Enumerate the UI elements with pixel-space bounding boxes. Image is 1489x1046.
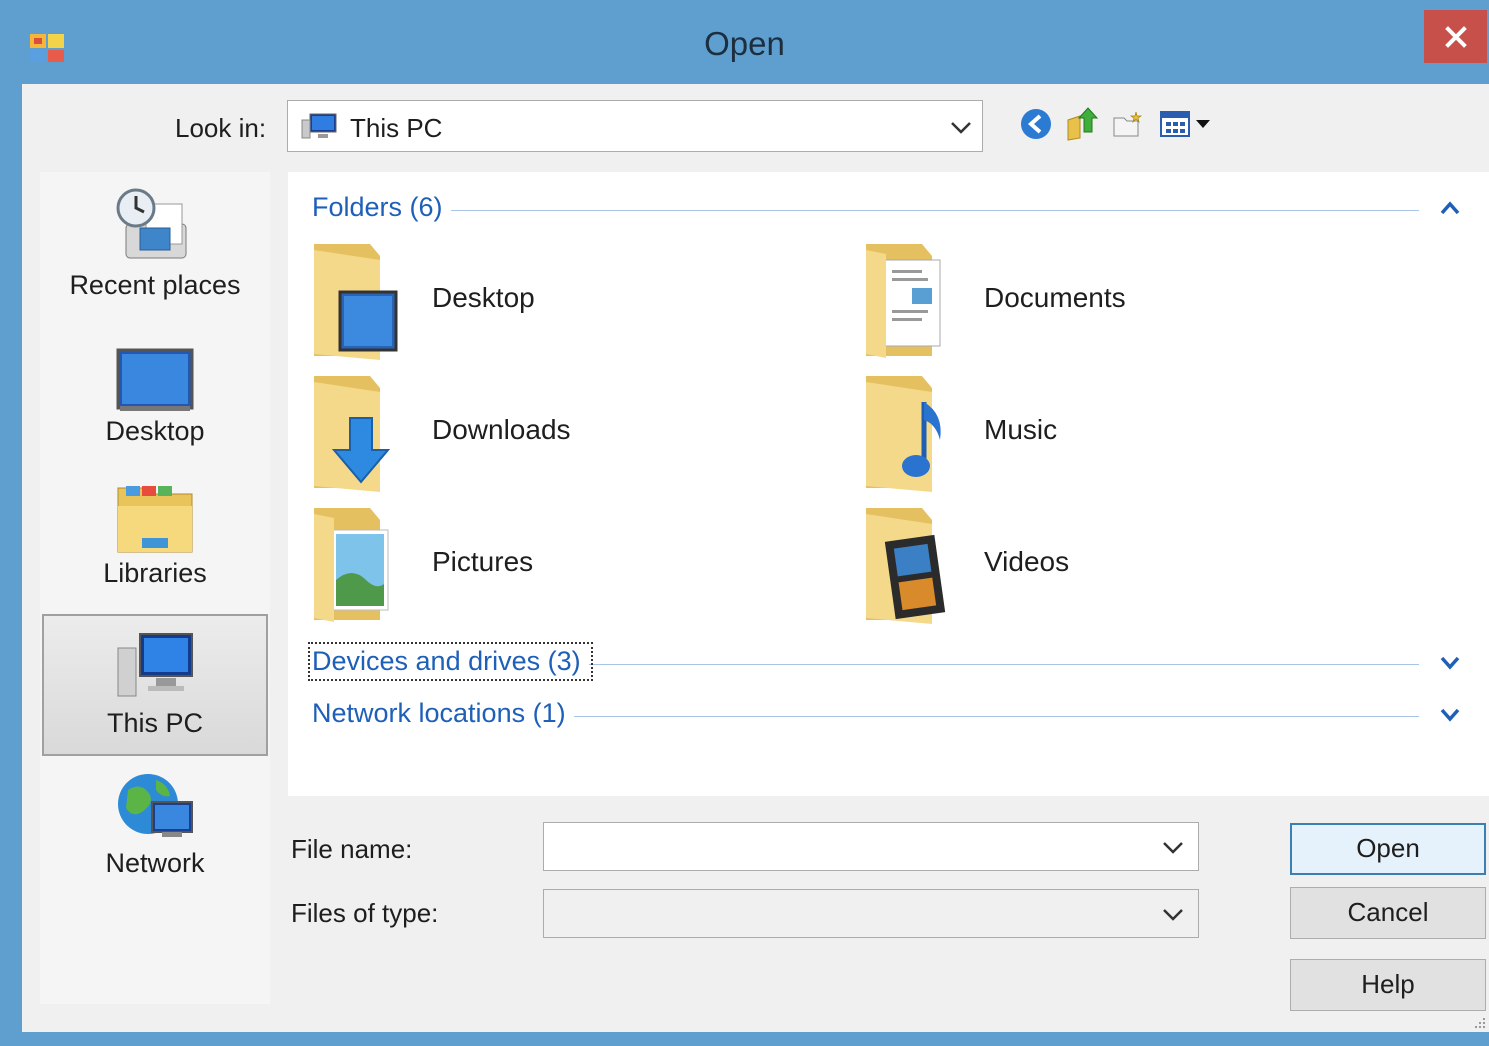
open-button[interactable]: Open bbox=[1290, 823, 1486, 875]
title-bar[interactable]: Open bbox=[0, 0, 1489, 84]
group-network-label: Network locations (1) bbox=[312, 698, 574, 729]
chevron-down-icon[interactable] bbox=[1162, 841, 1184, 855]
file-name-label: File name: bbox=[291, 834, 413, 864]
folder-pictures[interactable]: Pictures bbox=[310, 500, 810, 626]
help-button[interactable]: Help bbox=[1290, 959, 1486, 1011]
place-libraries[interactable]: Libraries bbox=[42, 478, 268, 608]
place-label: Desktop bbox=[105, 416, 205, 446]
chevron-down-icon[interactable] bbox=[950, 121, 972, 135]
close-icon bbox=[1444, 25, 1467, 48]
view-menu-icon[interactable] bbox=[1158, 106, 1218, 142]
chevron-down-icon[interactable] bbox=[1439, 654, 1461, 670]
folder-music[interactable]: Music bbox=[862, 368, 1362, 494]
file-name-input[interactable] bbox=[543, 822, 1199, 871]
documents-folder-icon bbox=[866, 244, 941, 358]
folder-name: Pictures bbox=[432, 546, 534, 577]
this-pc-icon bbox=[301, 113, 337, 139]
places-bar: Recent places Desktop Libraries This PC … bbox=[40, 172, 270, 1004]
folder-videos[interactable]: Videos bbox=[862, 500, 1362, 626]
group-folders-label: Folders (6) bbox=[312, 192, 451, 223]
file-type-dropdown[interactable] bbox=[543, 889, 1199, 938]
libraries-icon bbox=[117, 486, 193, 553]
group-devices-and-drives[interactable]: Devices and drives (3) bbox=[308, 642, 1479, 686]
close-button[interactable] bbox=[1424, 10, 1487, 63]
desktop-icon bbox=[116, 348, 194, 411]
network-icon bbox=[118, 774, 193, 837]
open-dialog-window: Open Look in: This PC Recent places Desk… bbox=[0, 0, 1489, 1046]
music-folder-icon bbox=[866, 376, 941, 492]
recent-places-icon bbox=[116, 188, 187, 259]
up-folder-icon[interactable] bbox=[1064, 106, 1100, 142]
this-pc-icon bbox=[117, 633, 193, 697]
place-label: Recent places bbox=[69, 270, 241, 300]
chevron-down-icon[interactable] bbox=[1439, 706, 1461, 722]
group-divider bbox=[312, 210, 1419, 211]
folder-name: Documents bbox=[984, 282, 1126, 313]
chevron-up-icon[interactable] bbox=[1439, 200, 1461, 216]
look-in-label: Look in: bbox=[175, 113, 267, 143]
window-title: Open bbox=[704, 25, 785, 62]
cancel-button[interactable]: Cancel bbox=[1290, 887, 1486, 939]
group-network-locations[interactable]: Network locations (1) bbox=[312, 698, 1479, 738]
folder-documents[interactable]: Documents bbox=[862, 236, 1362, 362]
look-in-dropdown[interactable]: This PC bbox=[287, 100, 983, 152]
desktop-folder-icon bbox=[314, 244, 398, 360]
place-label: Network bbox=[105, 848, 205, 878]
folder-downloads[interactable]: Downloads bbox=[310, 368, 810, 494]
place-desktop[interactable]: Desktop bbox=[42, 344, 268, 464]
back-icon[interactable] bbox=[1018, 106, 1054, 142]
folder-name: Music bbox=[984, 414, 1058, 445]
place-recent-places[interactable]: Recent places bbox=[42, 184, 268, 314]
file-list-view[interactable]: Folders (6) Desktop Documents Downloads … bbox=[288, 172, 1489, 796]
pictures-folder-icon bbox=[314, 508, 389, 622]
folder-name: Downloads bbox=[432, 414, 571, 445]
place-network[interactable]: Network bbox=[42, 768, 268, 898]
place-label: This PC bbox=[106, 708, 204, 738]
look-in-value: This PC bbox=[350, 113, 443, 143]
place-label: Libraries bbox=[103, 558, 207, 588]
place-this-pc[interactable]: This PC bbox=[42, 614, 268, 756]
group-devices-label: Devices and drives (3) bbox=[308, 642, 593, 681]
resize-grip-icon[interactable] bbox=[1473, 1016, 1487, 1030]
folder-desktop[interactable]: Desktop bbox=[310, 236, 810, 362]
folder-name: Videos bbox=[984, 546, 1070, 577]
group-folders[interactable]: Folders (6) bbox=[312, 192, 1479, 232]
folder-name: Desktop bbox=[432, 282, 535, 313]
file-type-label: Files of type: bbox=[291, 898, 439, 928]
downloads-folder-icon bbox=[314, 376, 391, 492]
new-folder-icon[interactable] bbox=[1110, 106, 1146, 142]
chevron-down-icon[interactable] bbox=[1162, 908, 1184, 922]
videos-folder-icon bbox=[866, 508, 946, 624]
